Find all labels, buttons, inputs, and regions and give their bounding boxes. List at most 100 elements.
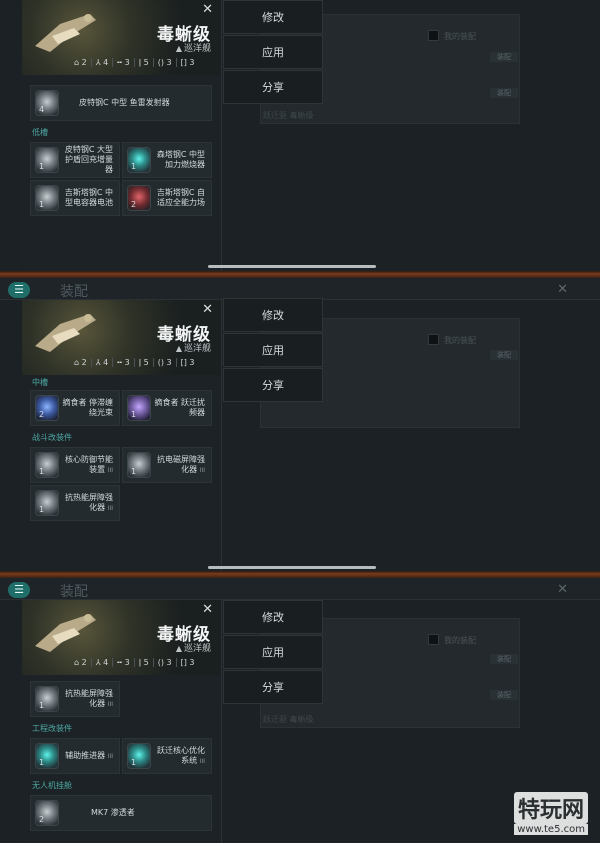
- modify-button[interactable]: 修改: [223, 298, 323, 332]
- core-defense-icon: 1: [35, 452, 59, 478]
- stat-low: () 3: [152, 58, 176, 67]
- stasis-web-icon: 2: [35, 395, 59, 421]
- modify-button[interactable]: 修改: [223, 0, 323, 34]
- share-button[interactable]: 分享: [223, 670, 323, 704]
- background-text: 跃迁驱 毒蜥级: [263, 715, 314, 724]
- background-text: 跃迁驱 毒蜥级: [263, 111, 314, 120]
- background-checkbox[interactable]: [428, 334, 439, 345]
- module-slot[interactable]: 1 抗热能屏障强化器 III: [30, 681, 120, 717]
- aux-thruster-icon: 1: [35, 743, 59, 769]
- section-label-combat-rigs: 战斗改装件: [22, 428, 221, 447]
- stat-high: ╍ 3: [112, 658, 133, 667]
- module-name: 抗电磁屏障强化器 III: [157, 454, 205, 474]
- slot-stats: ⌂ 2 ⅄ 4 ╍ 3 ǀ 5 () 3 [] 3: [70, 58, 198, 67]
- module-name: 辅助推进器 III: [65, 750, 113, 760]
- module-slot[interactable]: 1 抗电磁屏障强化器 III: [122, 447, 212, 483]
- stat-rig: [] 3: [175, 358, 199, 367]
- torpedo-launcher-icon: 4: [35, 90, 59, 116]
- stat-low: () 3: [152, 658, 176, 667]
- module-slot[interactable]: 4 皮特钢C 中型 鱼雷发射器: [30, 85, 212, 121]
- section-label-mid: 中槽: [22, 375, 221, 390]
- stat-high: ╍ 3: [112, 358, 133, 367]
- background-text: 我的装配: [444, 336, 476, 345]
- slot-row: 1 吉斯塔钢C 中型电容器电池 2 吉斯塔钢C 自适应全能力场: [22, 180, 221, 216]
- afterburner-icon: 1: [127, 147, 151, 173]
- stat-rig: [] 3: [175, 658, 199, 667]
- apply-button[interactable]: 应用: [223, 35, 323, 69]
- watermark-title: 特玩网: [513, 792, 588, 824]
- background-checkbox[interactable]: [428, 30, 439, 41]
- module-slot[interactable]: 1 森塔钢C 中型加力燃烧器: [122, 142, 212, 178]
- panel-3: ☰ 装配 ✕ 我的装配 装配 装配 跃迁驱 毒蜥级 ✕ 毒蜥级 ▲ 巡洋舰 ⌂ 2…: [0, 578, 600, 843]
- module-slot[interactable]: 1 抗热能屏障强化器 III: [30, 485, 120, 521]
- module-name: MK7 渗透者: [91, 808, 135, 817]
- module-name: 摘食者 跃迁扰频器: [154, 398, 205, 417]
- home-indicator: [208, 566, 376, 569]
- capacitor-battery-icon: 1: [35, 185, 59, 211]
- apply-button[interactable]: 应用: [223, 333, 323, 367]
- section-label-engineering-rigs: 工程改装件: [22, 719, 221, 738]
- background-checkbox[interactable]: [428, 634, 439, 645]
- slot-stats: ⌂ 2 ⅄ 4 ╍ 3 ǀ 5 () 3 [] 3: [70, 358, 198, 367]
- apply-button[interactable]: 应用: [223, 635, 323, 669]
- close-icon[interactable]: ✕: [202, 2, 213, 17]
- menu-icon[interactable]: ☰: [8, 282, 30, 298]
- module-name: 跃迁核心优化系统 III: [157, 745, 205, 765]
- module-slot[interactable]: 1 摘食者 跃迁扰频器: [122, 390, 212, 426]
- slot-row: 1 抗热能屏障强化器 III: [22, 485, 221, 521]
- module-slot[interactable]: 1 核心防御节能装置 III: [30, 447, 120, 483]
- module-name: 抗热能屏障强化器 III: [65, 492, 113, 512]
- background-tag: 装配: [490, 690, 518, 700]
- ship-image-icon: [35, 614, 96, 652]
- stat-high: ╍ 3: [112, 58, 133, 67]
- stat-launcher: ⌂ 2: [74, 358, 87, 367]
- background-tag: 装配: [490, 654, 518, 664]
- ship-image-icon: [35, 314, 96, 352]
- stat-low: () 3: [152, 358, 176, 367]
- stat-turret: ⅄ 4: [90, 658, 113, 667]
- action-menu: 修改 应用 分享: [223, 0, 323, 105]
- action-menu: 修改 应用 分享: [223, 600, 323, 705]
- close-icon[interactable]: ✕: [202, 602, 213, 617]
- ship-class: ▲ 巡洋舰: [175, 44, 211, 54]
- em-hardener-icon: 1: [127, 452, 151, 478]
- module-slot[interactable]: 1 跃迁核心优化系统 III: [122, 738, 212, 774]
- close-icon[interactable]: ✕: [557, 282, 568, 297]
- background-topbar: ☰ 装配 ✕: [0, 578, 600, 600]
- slot-row: 1 辅助推进器 III 1 跃迁核心优化系统 III: [22, 738, 221, 774]
- module-slot[interactable]: 2 吉斯塔钢C 自适应全能力场: [122, 180, 212, 216]
- module-slot[interactable]: 1 皮特钢C 大型护盾回充增量器: [30, 142, 120, 178]
- module-slot[interactable]: 1 辅助推进器 III: [30, 738, 120, 774]
- slot-row: 1 核心防御节能装置 III 1 抗电磁屏障强化器 III: [22, 447, 221, 483]
- close-icon[interactable]: ✕: [557, 582, 568, 597]
- action-menu: 修改 应用 分享: [223, 298, 323, 403]
- stat-mid: ǀ 5: [133, 58, 153, 67]
- module-slot[interactable]: 2 MK7 渗透者: [30, 795, 212, 831]
- slot-row: 2 MK7 渗透者: [22, 795, 221, 831]
- warp-core-icon: 1: [127, 743, 151, 769]
- slot-row: 1 皮特钢C 大型护盾回充增量器 1 森塔钢C 中型加力燃烧器: [22, 142, 221, 178]
- background-title: 装配: [60, 284, 88, 300]
- module-name: 核心防御节能装置 III: [65, 454, 113, 474]
- close-icon[interactable]: ✕: [202, 302, 213, 317]
- adaptive-field-icon: 2: [127, 185, 151, 211]
- share-button[interactable]: 分享: [223, 70, 323, 104]
- background-topbar: ☰ 装配 ✕: [0, 278, 600, 300]
- cruiser-icon: ▲: [175, 344, 182, 353]
- stat-turret: ⅄ 4: [90, 358, 113, 367]
- section-label-drone-bay: 无人机挂舱: [22, 776, 221, 795]
- share-button[interactable]: 分享: [223, 368, 323, 402]
- ship-fitting-panel: ✕ 毒蜥级 ▲ 巡洋舰 ⌂ 2 ⅄ 4 ╍ 3 ǀ 5 () 3 [] 3 1 抗…: [22, 600, 222, 843]
- module-slot[interactable]: 1 吉斯塔钢C 中型电容器电池: [30, 180, 120, 216]
- module-slot[interactable]: 2 摘食者 停滞缠绕光束: [30, 390, 120, 426]
- panel-2: ☰ 装配 ✕ 我的装配 装配 跃迁驱 毒蜥级 ✕ 毒蜥级 ▲巡洋舰 ⌂ 2 ⅄ …: [0, 278, 600, 572]
- background-text: 我的装配: [444, 32, 476, 41]
- module-name: 皮特钢C 大型护盾回充增量器: [64, 145, 113, 174]
- modify-button[interactable]: 修改: [223, 600, 323, 634]
- cruiser-icon: ▲: [175, 44, 182, 53]
- module-name: 吉斯塔钢C 中型电容器电池: [64, 188, 113, 207]
- menu-icon[interactable]: ☰: [8, 582, 30, 598]
- background-tag: 装配: [490, 52, 518, 62]
- watermark: 特玩网 www.te5.com: [513, 792, 588, 835]
- divider: [0, 571, 600, 578]
